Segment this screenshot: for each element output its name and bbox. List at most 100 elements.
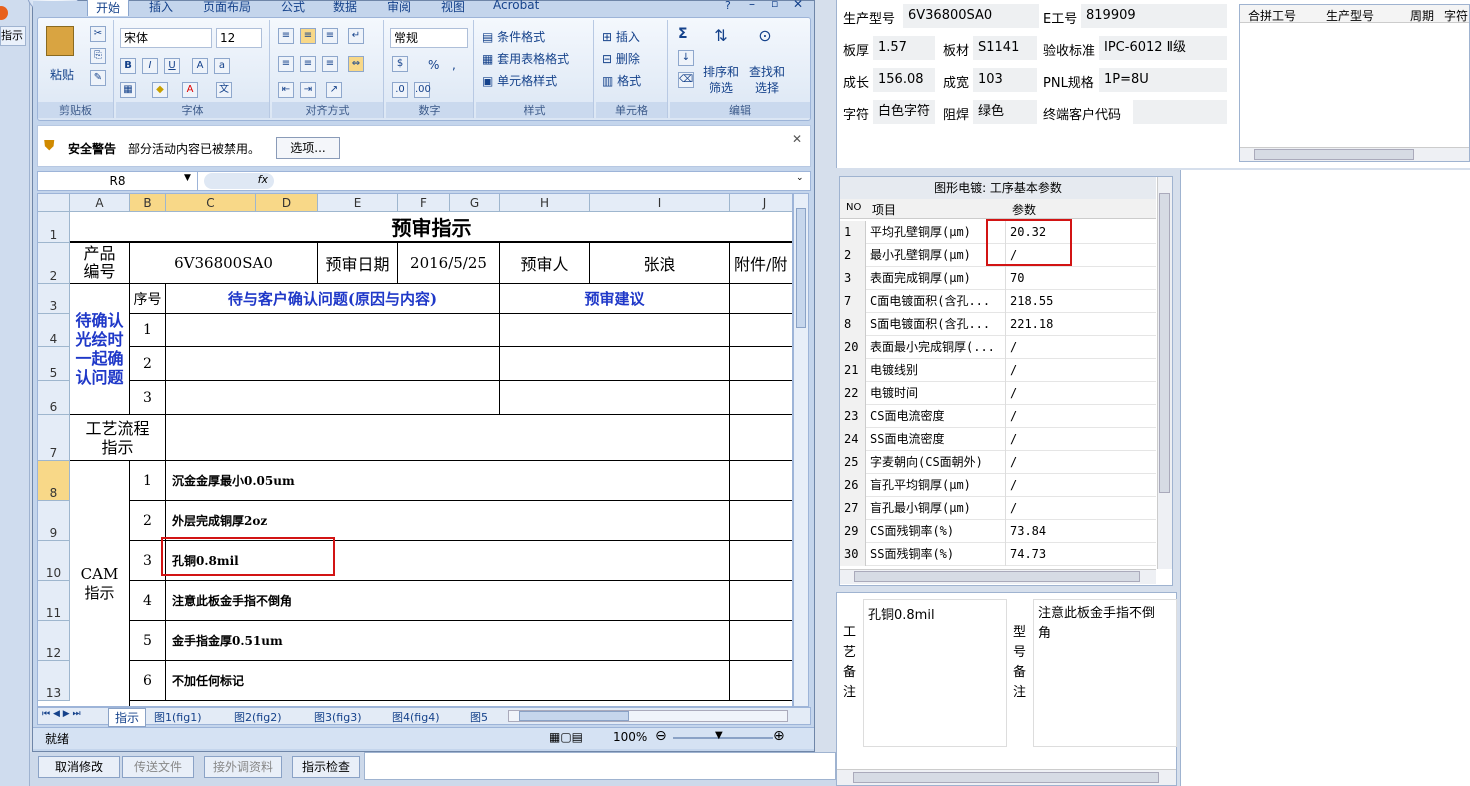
char-field[interactable]: 白色字符 <box>873 100 935 124</box>
date-label-cell[interactable]: 预审日期 <box>318 243 398 284</box>
function-button[interactable]: fx <box>204 173 274 189</box>
col-header[interactable]: C <box>166 194 256 212</box>
zoom-slider[interactable] <box>673 737 773 739</box>
horizontal-scrollbar[interactable] <box>508 710 788 722</box>
material-field[interactable]: S1141 <box>973 36 1037 60</box>
grid-col-value[interactable]: 参数 <box>1012 201 1036 218</box>
tab-formulas[interactable]: 公式 <box>281 0 305 15</box>
empty-cell[interactable] <box>730 461 792 501</box>
issue-cell[interactable] <box>166 381 500 415</box>
combo-header[interactable]: 字符 <box>1444 7 1468 24</box>
cam-label-cell[interactable]: CAM 指示 <box>70 461 130 706</box>
font-color-icon[interactable]: A <box>182 82 198 98</box>
grow-font-icon[interactable]: A <box>192 58 208 74</box>
copy-icon[interactable]: ⎘ <box>90 48 106 64</box>
help-icon[interactable]: ? <box>725 0 731 12</box>
empty-cell[interactable] <box>730 415 792 461</box>
process-note-field[interactable]: 孔铜0.8mil <box>863 599 1007 747</box>
model-field[interactable]: 6V36800SA0 <box>903 4 1039 28</box>
cam-seq-cell[interactable]: 2 <box>130 501 166 541</box>
external-data-button[interactable]: 接外调资料 <box>204 756 282 778</box>
increase-indent-icon[interactable]: ⇥ <box>300 82 316 98</box>
empty-cell[interactable] <box>730 381 792 415</box>
row-header[interactable]: 5 <box>38 347 70 381</box>
reviewer-label-cell[interactable]: 预审人 <box>500 243 590 284</box>
close-icon[interactable]: ✕ <box>793 0 803 11</box>
name-box[interactable]: R8 <box>38 172 198 190</box>
cell-style-button[interactable]: ▣ 单元格样式 <box>482 72 557 89</box>
col-header[interactable]: H <box>500 194 590 212</box>
row-header[interactable]: 8 <box>38 461 70 501</box>
table-format-button[interactable]: ▦ 套用表格格式 <box>482 50 569 67</box>
align-bottom-icon[interactable]: ≡ <box>322 28 338 44</box>
empty-cell[interactable] <box>730 661 792 701</box>
grid-row-value[interactable]: / <box>1010 428 1017 451</box>
sheet-tab[interactable]: 图4(fig4) <box>392 709 440 725</box>
empty-cell[interactable] <box>730 581 792 621</box>
cam-item-cell[interactable]: 注意此板金手指不倒角 <box>166 581 730 621</box>
left-tab-indicate[interactable]: 指示 <box>0 26 26 46</box>
cam-item-cell[interactable]: 沉金金厚最小0.05um <box>166 461 730 501</box>
align-top-icon[interactable]: ≡ <box>278 28 294 44</box>
grid-row-value[interactable]: / <box>1010 336 1017 359</box>
col-header[interactable]: F <box>398 194 450 212</box>
col-header[interactable]: J <box>730 194 792 212</box>
grid-row-value[interactable]: / <box>1010 382 1017 405</box>
pnl-field[interactable]: 1P=8U <box>1099 68 1227 92</box>
grid-row-value[interactable]: / <box>1010 405 1017 428</box>
seq-label-cell[interactable]: 序号 <box>130 284 166 314</box>
vertical-scrollbar[interactable] <box>793 193 809 707</box>
combo-header[interactable]: 生产型号 <box>1326 7 1374 24</box>
vertical-scroll-thumb[interactable] <box>796 208 806 328</box>
sheet-tab[interactable]: 图1(fig1) <box>154 709 202 725</box>
grid-hscrollbar[interactable] <box>840 569 1156 584</box>
combo-hscroll-thumb[interactable] <box>1254 149 1414 160</box>
clear-icon[interactable]: ⌫ <box>678 72 694 88</box>
percent-button[interactable]: % <box>428 58 439 72</box>
grid-col-item[interactable]: 项目 <box>872 201 896 218</box>
sheet-tab[interactable]: 图2(fig2) <box>234 709 282 725</box>
col-header[interactable]: G <box>450 194 500 212</box>
tab-insert[interactable]: 插入 <box>149 0 173 15</box>
cam-item-cell[interactable]: 不加任何标记 <box>166 661 730 701</box>
col-header[interactable]: B <box>130 194 166 212</box>
grid-vscroll-thumb[interactable] <box>1159 193 1170 493</box>
eno-field[interactable]: 819909 <box>1081 4 1227 28</box>
flow-cell[interactable] <box>166 415 730 461</box>
empty-cell[interactable] <box>730 501 792 541</box>
shrink-font-icon[interactable]: a <box>214 58 230 74</box>
italic-button[interactable]: I <box>142 58 158 74</box>
product-label-cell[interactable]: 产品 编号 <box>70 243 130 284</box>
product-number-cell[interactable]: 6V36800SA0 <box>130 243 318 284</box>
grid-row-value[interactable]: / <box>1010 474 1017 497</box>
row-header[interactable]: 7 <box>38 415 70 461</box>
attachment-label-cell[interactable]: 附件/附 <box>730 243 792 284</box>
cancel-edit-button[interactable]: 取消修改 <box>38 756 120 778</box>
grid-row[interactable]: 23 CS面电流密度 / <box>840 405 1156 428</box>
grid-row-value[interactable]: 221.18 <box>1010 313 1053 336</box>
grid-row-value[interactable]: 218.55 <box>1010 290 1053 313</box>
row-header[interactable]: 10 <box>38 541 70 581</box>
restore-icon[interactable]: ▫ <box>771 0 778 10</box>
cam-seq-cell[interactable]: 4 <box>130 581 166 621</box>
grid-row-value[interactable]: / <box>1010 451 1017 474</box>
cam-seq-cell[interactable]: 6 <box>130 661 166 701</box>
cut-icon[interactable]: ✂ <box>90 26 106 42</box>
zoom-in-icon[interactable]: ⊕ <box>773 728 785 744</box>
font-name-select[interactable]: 宋体 <box>120 28 212 48</box>
phonetic-icon[interactable]: 文 <box>216 82 232 98</box>
grid-row[interactable]: 7 C面电镀面积(含孔... 218.55 <box>840 290 1156 313</box>
thickness-field[interactable]: 1.57 <box>873 36 935 60</box>
grid-row-value[interactable]: 73.84 <box>1010 520 1046 543</box>
suggestion-cell[interactable] <box>500 314 730 347</box>
grid-row[interactable]: 20 表面最小完成铜厚(... / <box>840 336 1156 359</box>
name-box-dropdown-icon[interactable]: ▼ <box>184 173 191 183</box>
font-size-select[interactable]: 12 <box>216 28 262 48</box>
row-header[interactable]: 13 <box>38 661 70 701</box>
standard-field[interactable]: IPC-6012 Ⅱ级 <box>1099 36 1227 60</box>
fill-icon[interactable]: ↓ <box>678 50 694 66</box>
width-field[interactable]: 103 <box>973 68 1037 92</box>
col-header[interactable]: D <box>256 194 318 212</box>
formula-input[interactable] <box>278 172 788 190</box>
zoom-out-icon[interactable]: ⊖ <box>655 728 667 744</box>
